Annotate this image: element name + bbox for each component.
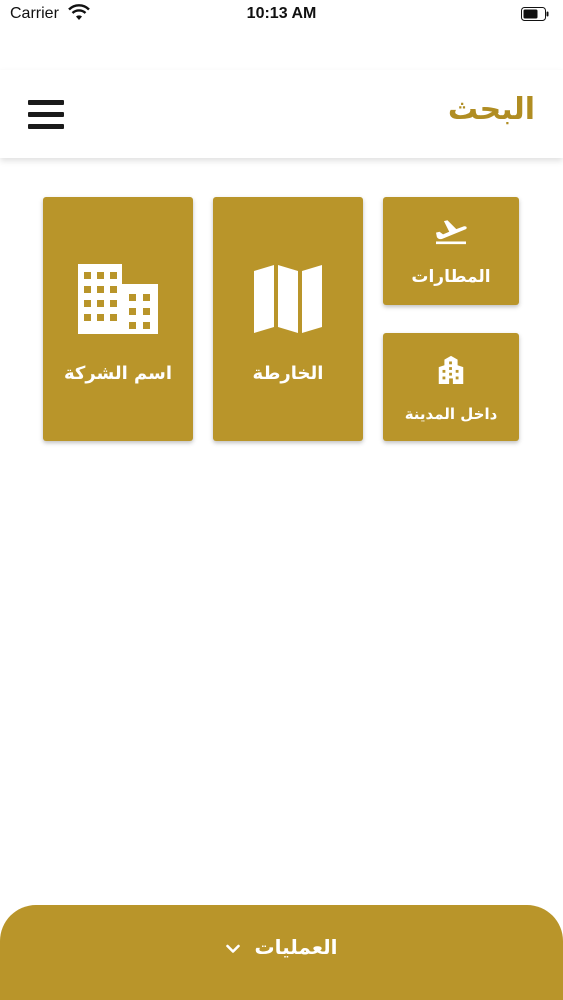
status-bar: Carrier 10:13 AM: [0, 0, 563, 30]
operations-toggle[interactable]: العمليات: [0, 935, 563, 959]
tile-company-name[interactable]: اسم الشركة: [43, 197, 193, 441]
tile-airports-label: المطارات: [411, 267, 491, 287]
operations-bar[interactable]: العمليات: [0, 905, 563, 1000]
tile-inside-city[interactable]: داخل المدينة: [383, 333, 519, 441]
app-header: البحث: [0, 70, 563, 158]
battery-icon: [521, 7, 549, 21]
office-building-icon: [78, 264, 158, 334]
airplane-departure-icon: [436, 220, 467, 245]
clock: 10:13 AM: [246, 5, 317, 22]
tile-map-label: الخارطة: [252, 363, 324, 384]
menu-button[interactable]: [28, 100, 64, 130]
operations-label: العمليات: [254, 935, 338, 959]
tile-airports[interactable]: المطارات: [383, 197, 519, 305]
page-title: البحث: [447, 92, 535, 127]
city-building-icon: [438, 355, 464, 385]
chevron-down-icon: [225, 944, 240, 953]
tile-inside-city-label: داخل المدينة: [404, 405, 498, 423]
map-icon: [254, 265, 322, 333]
hamburger-menu-icon: [28, 100, 64, 129]
tile-map[interactable]: الخارطة: [213, 197, 363, 441]
tile-company-name-label: اسم الشركة: [63, 363, 173, 384]
